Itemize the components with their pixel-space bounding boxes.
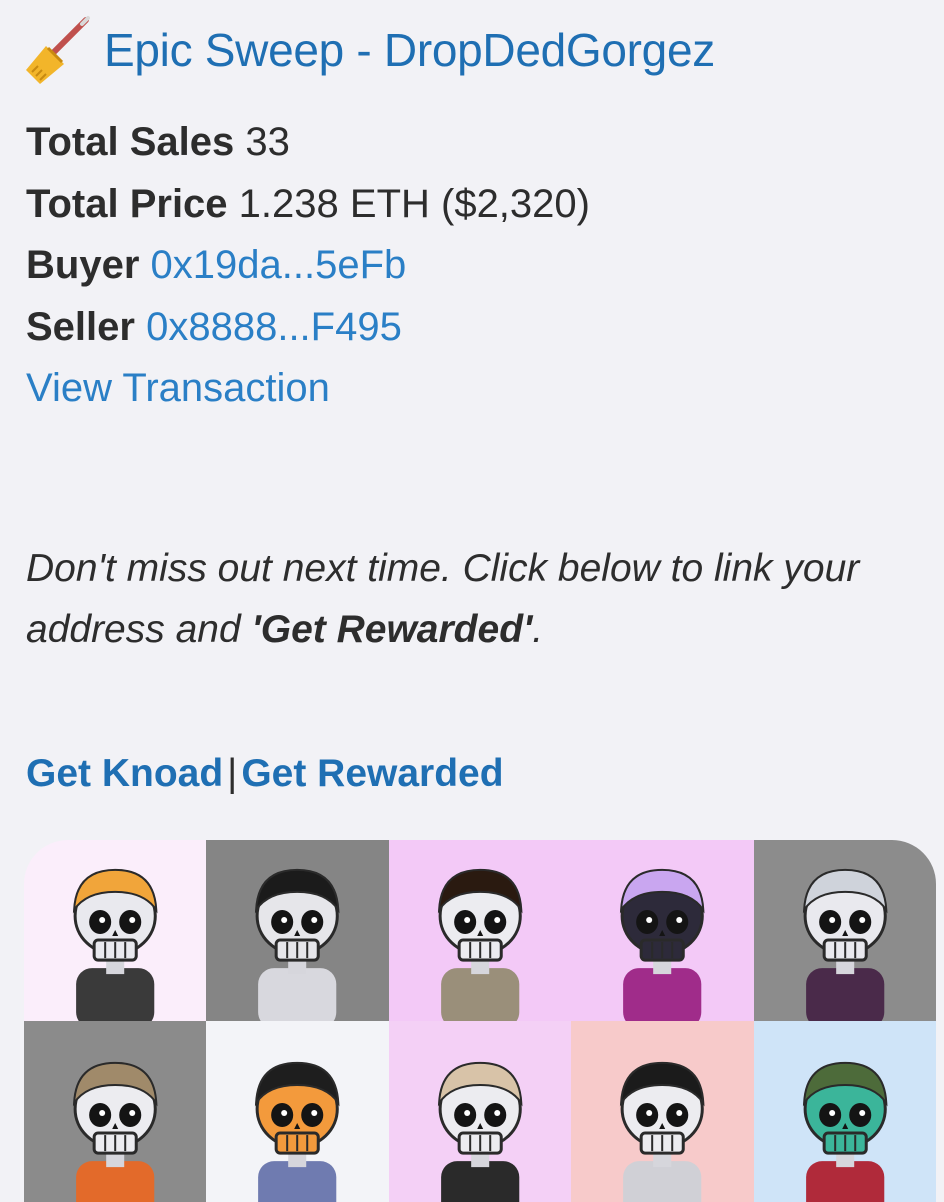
header: Epic Sweep - DropDedGorgez bbox=[24, 14, 715, 86]
total-sales-value: 33 bbox=[245, 120, 290, 164]
nft-tile[interactable] bbox=[571, 1021, 754, 1202]
get-rewarded-link[interactable]: Get Rewarded bbox=[241, 752, 503, 795]
nft-tile[interactable] bbox=[206, 1021, 389, 1202]
promo-emphasis: 'Get Rewarded' bbox=[251, 608, 533, 651]
skeleton-purple-bun-icon bbox=[620, 868, 705, 1021]
skeleton-army-cap-icon bbox=[802, 1061, 888, 1202]
skeleton-robot-helmet-icon bbox=[802, 868, 888, 1021]
total-sales-row: Total Sales 33 bbox=[26, 112, 590, 174]
skeleton-teal-jaw-icon bbox=[437, 1061, 523, 1202]
sale-details: Total Sales 33 Total Price 1.238 ETH ($2… bbox=[26, 112, 590, 420]
promo-message: Don't miss out next time. Click below to… bbox=[26, 538, 916, 660]
total-price-value: 1.238 ETH ($2,320) bbox=[238, 181, 590, 226]
total-price-row: Total Price 1.238 ETH ($2,320) bbox=[26, 174, 590, 236]
skeleton-orange-hair-icon bbox=[72, 868, 158, 1021]
skeleton-gold-visor-icon bbox=[620, 1061, 705, 1202]
promo-text-end: . bbox=[532, 608, 544, 651]
seller-address-link[interactable]: 0x8888...F495 bbox=[146, 305, 402, 349]
nft-tile[interactable] bbox=[24, 1021, 207, 1202]
broom-icon bbox=[26, 16, 90, 84]
page-title[interactable]: Epic Sweep - DropDedGorgez bbox=[104, 23, 715, 77]
buyer-label: Buyer bbox=[26, 243, 140, 287]
nft-tile[interactable] bbox=[24, 840, 207, 1021]
nft-tile[interactable] bbox=[753, 840, 936, 1021]
skeleton-orange-skull-icon bbox=[255, 1061, 340, 1202]
skeleton-camo-helmet-icon bbox=[72, 1061, 158, 1202]
skeleton-black-cap-icon bbox=[255, 868, 340, 1021]
nft-tile[interactable] bbox=[571, 840, 754, 1021]
seller-label: Seller bbox=[26, 304, 135, 349]
nft-tile[interactable] bbox=[206, 840, 389, 1021]
link-separator: | bbox=[227, 752, 238, 795]
total-sales-label: Total Sales bbox=[26, 120, 235, 164]
buyer-address-link[interactable]: 0x19da...5eFb bbox=[151, 243, 407, 287]
cta-links: Get Knoad | Get Rewarded bbox=[26, 752, 504, 796]
get-knoad-link[interactable]: Get Knoad bbox=[26, 752, 223, 795]
nft-image-grid[interactable] bbox=[24, 840, 936, 1202]
skeleton-afro-icon bbox=[437, 868, 523, 1021]
nft-tile[interactable] bbox=[388, 840, 572, 1021]
seller-row: Seller 0x8888...F495 bbox=[26, 297, 590, 359]
nft-tile[interactable] bbox=[753, 1021, 936, 1202]
buyer-row: Buyer 0x19da...5eFb bbox=[26, 235, 590, 297]
total-price-label: Total Price bbox=[26, 181, 228, 226]
nft-tile[interactable] bbox=[388, 1021, 572, 1202]
view-transaction-link[interactable]: View Transaction bbox=[26, 358, 590, 420]
